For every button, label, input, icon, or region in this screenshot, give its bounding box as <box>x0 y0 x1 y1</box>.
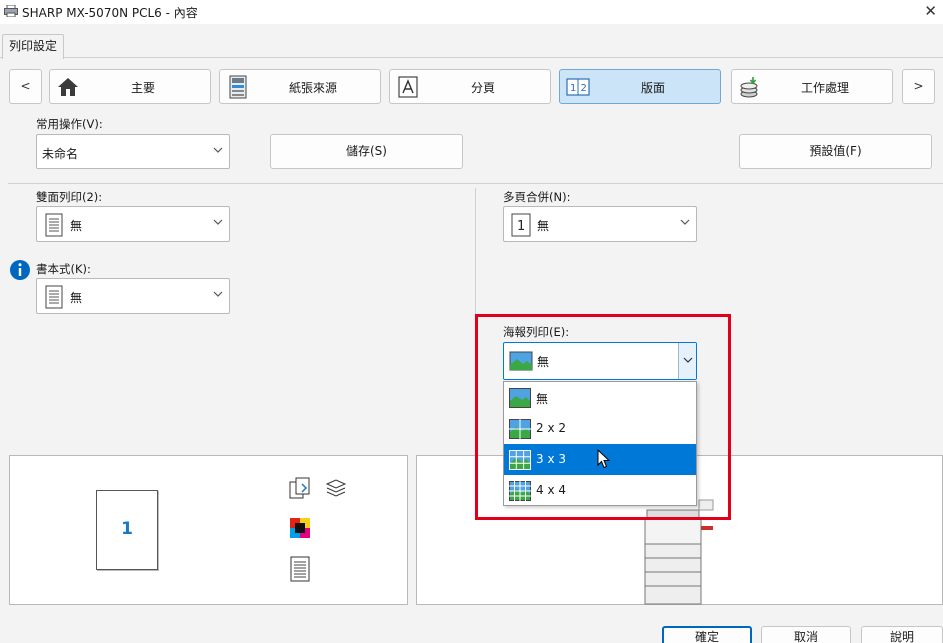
svg-text:1: 1 <box>517 219 525 234</box>
grid-3x3-image-icon <box>509 450 531 470</box>
help-button[interactable]: 說明 <box>861 626 943 643</box>
poster-option-label: 4 x 4 <box>536 483 566 497</box>
poster-option-2x2[interactable]: 2 x 2 <box>504 413 696 444</box>
single-page-1-icon: 1 <box>511 213 531 237</box>
poster-select[interactable]: 無 <box>503 342 697 380</box>
svg-text:2: 2 <box>581 83 587 94</box>
document-lines-icon <box>290 556 310 582</box>
window-title: SHARP MX-5070N PCL6 - 內容 <box>22 6 198 20</box>
nav-job-handling-label: 工作處理 <box>800 81 849 95</box>
printer-tray-icon <box>229 75 247 99</box>
nav-collate-button[interactable]: 分頁 <box>389 69 551 104</box>
page-a-icon <box>398 76 418 98</box>
chevron-down-icon <box>213 291 223 297</box>
duplex-select[interactable]: 無 <box>36 206 230 242</box>
poster-option-label: 2 x 2 <box>536 421 566 435</box>
poster-option-label: 無 <box>536 392 549 406</box>
document-lines-icon <box>45 213 63 237</box>
landscape-image-icon <box>509 351 533 371</box>
chevron-down-icon <box>683 357 693 363</box>
nup-select[interactable]: 1 無 <box>503 206 697 242</box>
save-button[interactable]: 儲存(S) <box>270 134 463 169</box>
nav-collate-label: 分頁 <box>470 81 495 95</box>
grid-4x4-image-icon <box>509 481 531 501</box>
printer-device-image <box>644 499 714 605</box>
nav-prev-button[interactable]: < <box>9 69 42 104</box>
printer-app-icon <box>4 5 18 17</box>
poster-option-3x3[interactable]: 3 x 3 <box>504 444 696 475</box>
stack-icon <box>325 479 347 497</box>
defaults-button[interactable]: 預設值(F) <box>739 134 932 169</box>
svg-text:1: 1 <box>570 83 576 94</box>
nav-layout-button[interactable]: 1 2 版面 <box>559 69 721 104</box>
coin-stack-icon <box>740 77 758 98</box>
page-preview-panel: 1 <box>9 455 408 605</box>
grid-2x2-image-icon <box>509 419 531 439</box>
favorites-label: 常用操作(V): <box>36 117 103 131</box>
nav-paper-source-label: 紙張來源 <box>288 81 337 95</box>
cancel-button[interactable]: 取消 <box>761 626 851 643</box>
booklet-select[interactable]: 無 <box>36 278 230 314</box>
poster-option-none[interactable]: 無 <box>504 382 696 413</box>
poster-value: 無 <box>537 355 550 369</box>
page-thumbnail: 1 <box>96 490 158 570</box>
nav-main-button[interactable]: 主要 <box>49 69 211 104</box>
info-icon[interactable] <box>9 259 31 281</box>
color-mode-icon <box>290 518 310 538</box>
close-icon[interactable]: ✕ <box>924 2 937 20</box>
poster-option-label: 3 x 3 <box>536 452 566 466</box>
poster-option-4x4[interactable]: 4 x 4 <box>504 475 696 506</box>
column-divider <box>475 188 476 448</box>
layout-1-2-icon: 1 2 <box>566 78 590 96</box>
nav-job-handling-button[interactable]: 工作處理 <box>731 69 893 104</box>
section-divider <box>8 183 943 184</box>
tab-print-settings[interactable]: 列印設定 <box>2 34 65 59</box>
booklet-label: 書本式(K): <box>36 262 91 276</box>
nup-value: 無 <box>537 219 550 233</box>
chevron-down-icon <box>213 147 223 153</box>
duplex-value: 無 <box>70 219 83 233</box>
page-number: 1 <box>121 519 133 539</box>
ok-button[interactable]: 確定 <box>662 626 752 643</box>
landscape-image-icon <box>509 388 531 408</box>
poster-label: 海報列印(E): <box>503 325 570 339</box>
copies-icon <box>289 477 310 499</box>
booklet-value: 無 <box>70 291 83 305</box>
title-bar: SHARP MX-5070N PCL6 - 內容 ✕ <box>0 0 943 24</box>
chevron-down-icon <box>680 219 690 225</box>
nav-layout-label: 版面 <box>640 81 665 95</box>
poster-dropdown-toggle[interactable] <box>678 343 696 379</box>
tab-strip: 列印設定 <box>0 34 943 59</box>
nav-next-button[interactable]: > <box>902 69 935 104</box>
favorites-select[interactable]: 未命名 <box>36 134 230 169</box>
poster-options-list: 無 2 x 2 3 x 3 4 x 4 <box>503 381 697 506</box>
duplex-label: 雙面列印(2): <box>36 190 103 204</box>
nav-main-label: 主要 <box>130 81 155 95</box>
nup-label: 多頁合併(N): <box>503 190 571 204</box>
document-lines-icon <box>45 285 63 309</box>
home-icon <box>58 78 78 96</box>
nav-paper-source-button[interactable]: 紙張來源 <box>219 69 381 104</box>
chevron-down-icon <box>213 219 223 225</box>
favorites-value: 未命名 <box>42 147 79 161</box>
